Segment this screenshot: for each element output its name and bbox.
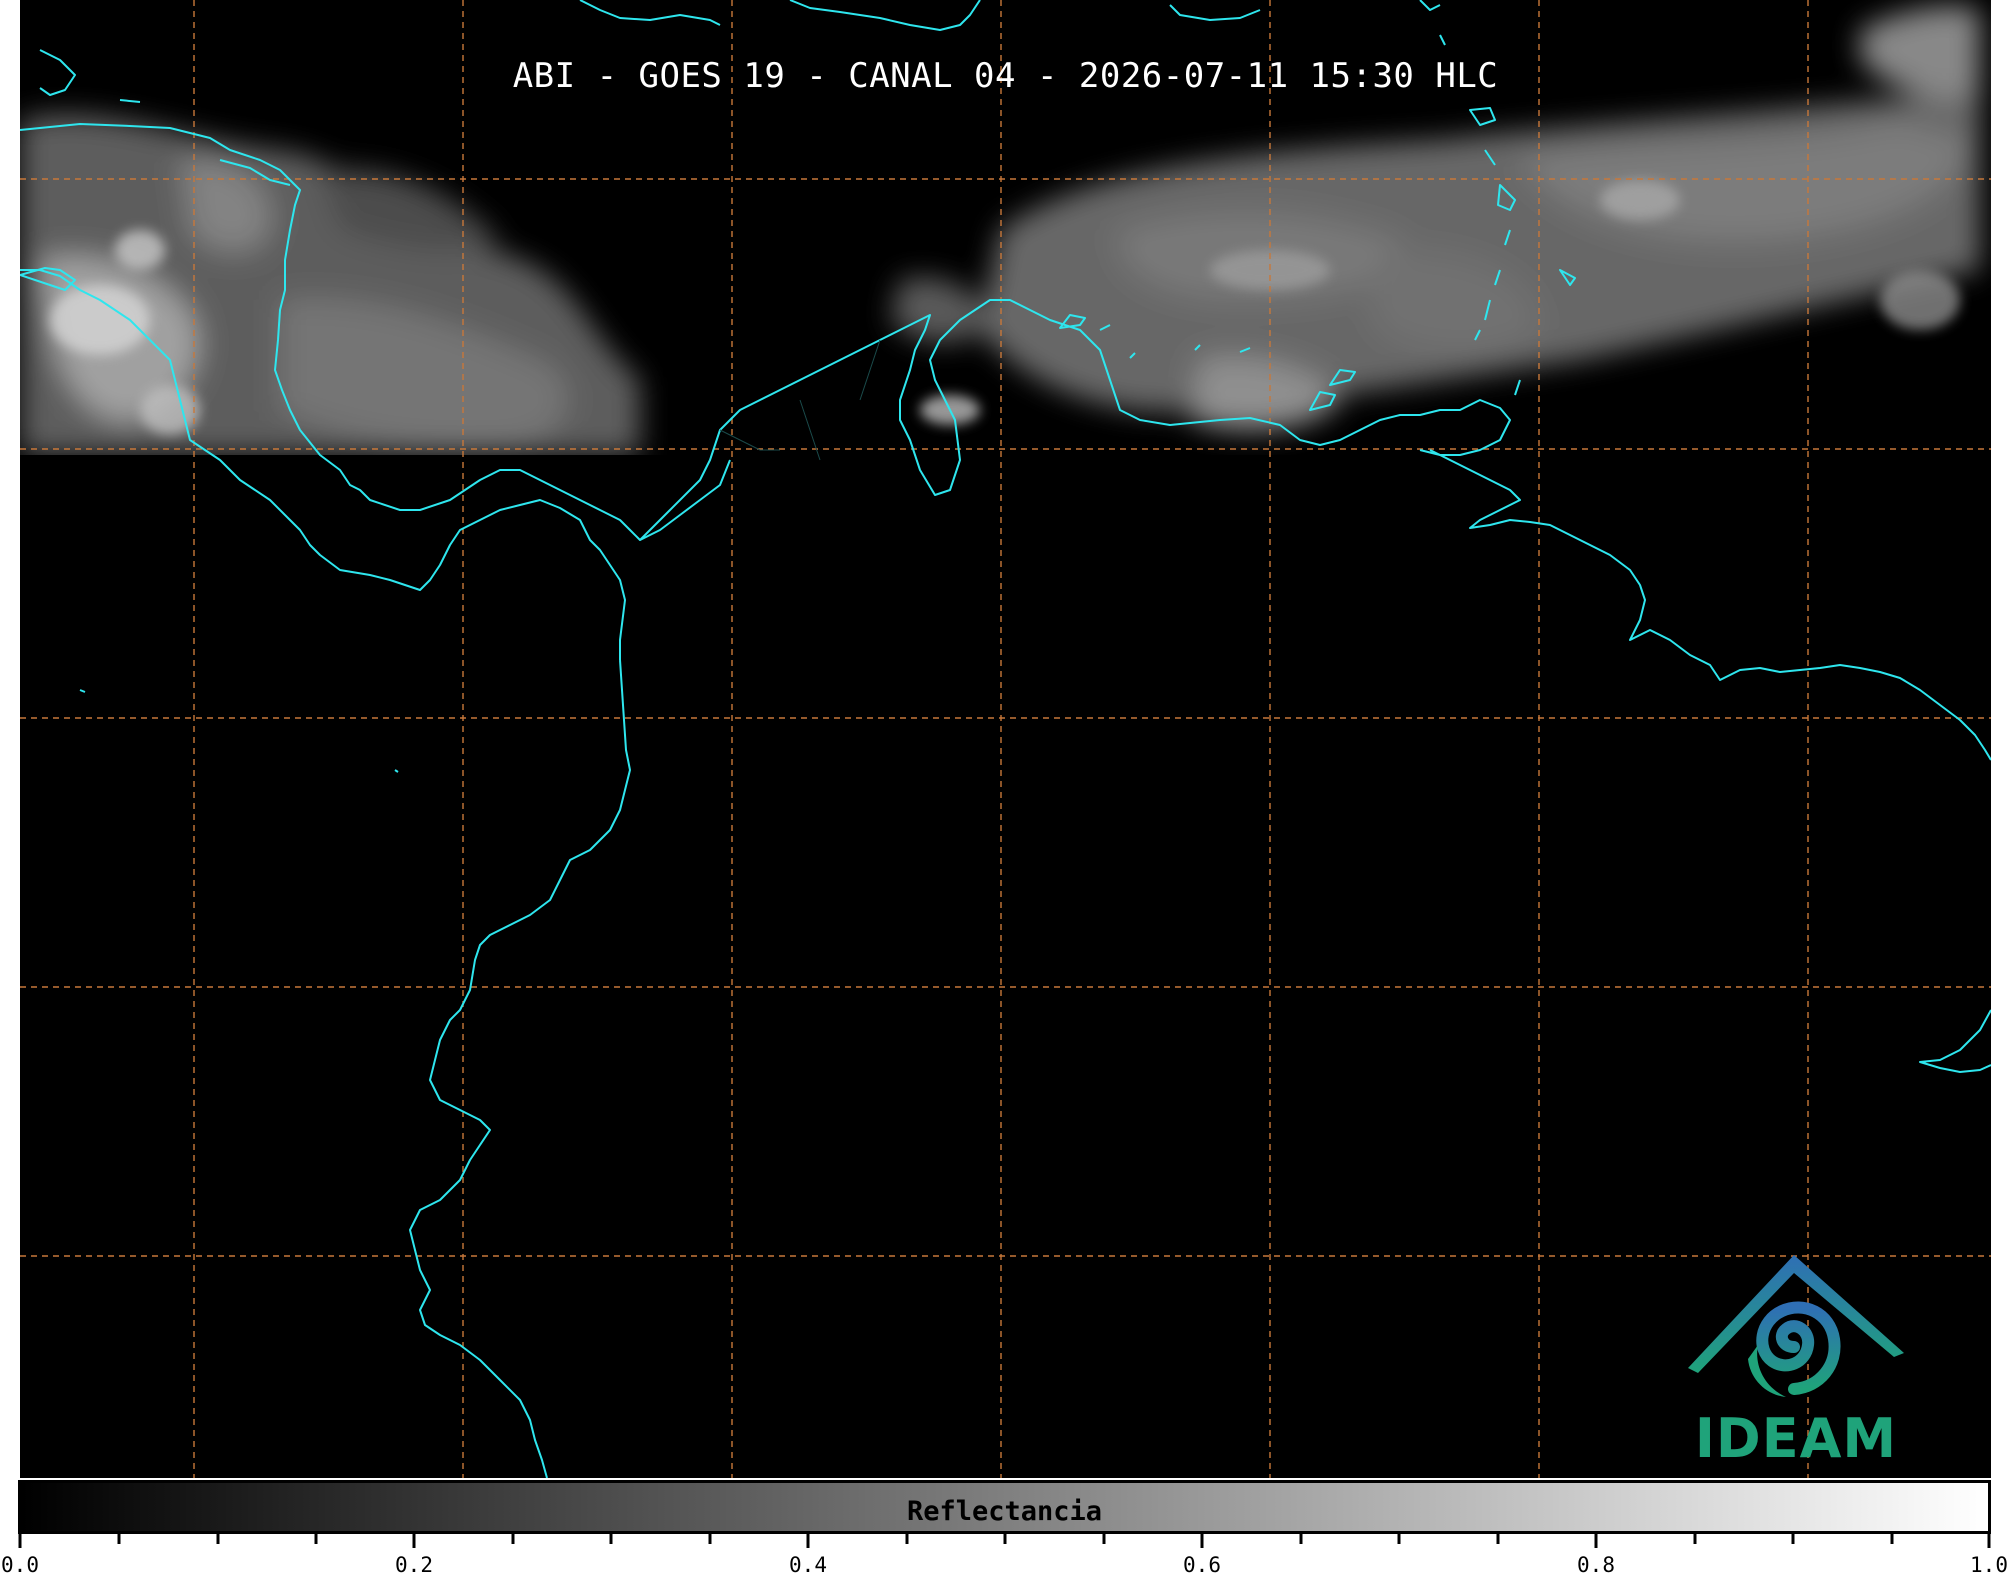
country-borders <box>719 339 881 461</box>
coastline-puerto-rico <box>1169 4 1261 21</box>
image-title: ABI - GOES 19 - CANAL 04 - 2026-07-11 15… <box>512 56 1499 96</box>
ideam-logo-mark <box>1688 1255 1904 1397</box>
colorbar-ticks <box>18 1534 1991 1548</box>
colorbar-tick-label: 0.8 <box>1577 1553 1615 1577</box>
coastline-hispaniola <box>789 0 981 31</box>
colorbar-tick-label: 1.0 <box>1970 1553 2008 1577</box>
colorbar-tick-label: 0.4 <box>789 1553 827 1577</box>
colorbar: Reflectancia <box>18 1480 1991 1534</box>
colorbar-tick-label: 0.6 <box>1183 1553 1221 1577</box>
colorbar-tick-label: 0.0 <box>1 1553 39 1577</box>
coastline-jamaica <box>1419 0 1441 11</box>
ideam-logo-text: IDEAM <box>1694 1407 1898 1470</box>
satellite-map: IDEAM <box>20 0 1991 1478</box>
ideam-logo: IDEAM <box>1686 1255 1906 1475</box>
colorbar-tick-label: 0.2 <box>395 1553 433 1577</box>
colorbar-label: Reflectancia <box>906 1496 1103 1527</box>
coastline-cuba <box>579 0 721 26</box>
